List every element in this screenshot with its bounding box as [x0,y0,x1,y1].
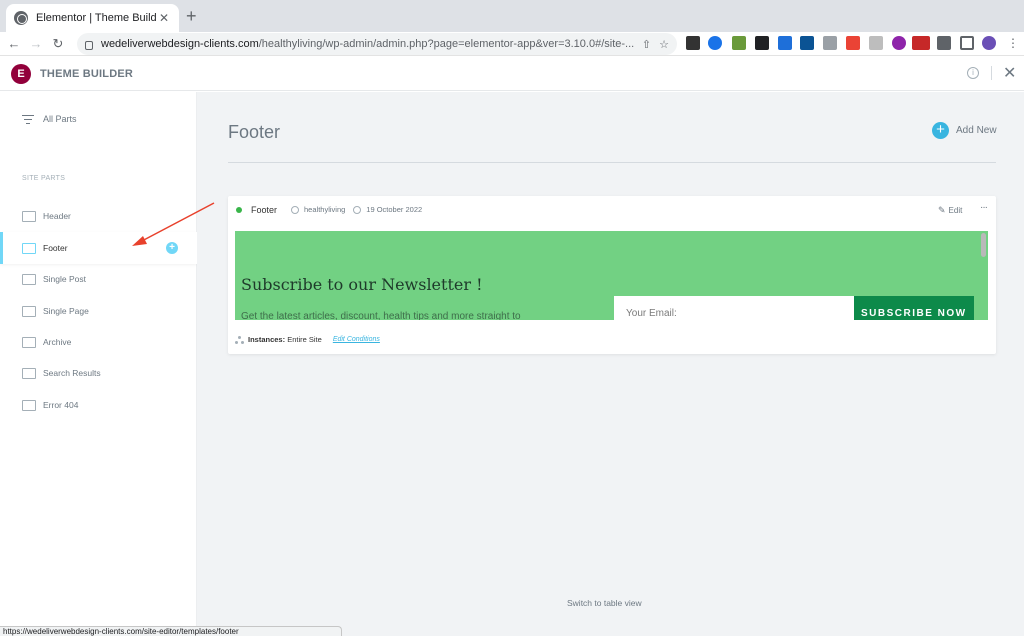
add-new-label: Add New [956,125,997,136]
all-parts-label: All Parts [43,114,77,124]
single-post-icon [22,273,36,285]
plus-circle-icon: + [932,122,949,139]
new-tab-button[interactable]: + [186,7,197,25]
extension-icon[interactable] [755,36,769,50]
header-layout-icon [22,210,36,222]
search-results-icon [22,367,36,379]
template-date: 19 October 2022 [366,205,423,214]
info-icon[interactable]: i [967,67,979,79]
page-title: Footer [228,122,281,142]
tab-title: Elementor | Theme Builder [36,12,157,24]
footer-layout-icon [22,242,36,254]
browser-menu-icon[interactable]: ⋮ [1006,36,1020,50]
single-page-icon [22,305,36,317]
archive-icon [22,336,36,348]
edit-label: Edit [948,206,963,215]
pencil-icon: ✎ [938,205,946,215]
camera-icon[interactable] [823,36,837,50]
close-icon[interactable]: ✕ [1003,63,1016,83]
more-options-button[interactable]: ··· [980,202,988,213]
sidebar-item-label: Single Page [43,306,89,316]
all-parts-link[interactable]: All Parts [22,114,77,124]
clock-icon [353,205,362,214]
instances-text: Instances: Entire Site [248,335,322,344]
edit-conditions-link[interactable]: Edit Conditions [333,336,380,343]
site-parts-heading: SITE PARTS [22,175,66,182]
browser-tab[interactable]: Elementor | Theme Builder ✕ [6,4,179,32]
newsletter-heading: Subscribe to our Newsletter ! [241,275,483,294]
sidebar-item-footer[interactable]: Footer + [0,232,197,264]
extension-icon[interactable] [732,36,746,50]
sidebar-item-single-page[interactable]: Single Page [0,295,197,327]
header-divider [991,66,992,80]
avatar[interactable] [982,36,996,50]
app-header: E THEME BUILDER i ✕ [0,57,1024,91]
subscribe-button: SUBSCRIBE NOW [854,296,974,320]
sidebar-item-label: Error 404 [43,400,79,410]
header-divider [228,162,996,163]
template-name: Footer [251,204,278,215]
reload-icon[interactable]: ↻ [50,36,66,52]
template-card: Footer healthyliving 19 October 2022 ✎ E… [228,196,996,354]
extension-icon[interactable] [778,36,792,50]
sidebar-item-single-post[interactable]: Single Post [0,263,197,295]
published-status-dot [236,206,242,213]
add-footer-button[interactable]: + [166,242,178,254]
bookmark-star-icon[interactable]: ☆ [659,38,669,51]
sidebar-item-archive[interactable]: Archive [0,326,197,358]
tab-close-icon[interactable]: ✕ [157,11,171,25]
sidepanel-icon[interactable] [960,36,974,50]
globe-icon [14,11,28,25]
sidebar-item-error-404[interactable]: Error 404 [0,389,197,421]
lock-icon [85,40,93,50]
elementor-logo: E [11,63,31,84]
browser-tab-strip: Elementor | Theme Builder ✕ + [0,0,1024,32]
extension-icon[interactable] [892,36,906,50]
url-text: wedeliverwebdesign-clients.com/healthyli… [101,38,634,50]
newsletter-subtext: Get the latest articles, discount, healt… [241,311,521,320]
sidebar-item-label: Single Post [43,274,86,284]
card-header: Footer healthyliving 19 October 2022 [228,196,996,223]
extension-icon[interactable] [846,36,860,50]
puzzle-icon[interactable] [937,36,951,50]
add-new-button[interactable]: + Add New [932,122,997,139]
preview-scrollbar[interactable] [981,233,986,257]
author-icon [291,205,300,214]
error-404-icon [22,399,36,411]
edit-button[interactable]: ✎ Edit [938,205,962,216]
extension-icon[interactable] [800,36,814,50]
address-bar[interactable]: wedeliverwebdesign-clients.com/healthyli… [77,33,677,55]
share-icon[interactable]: ⇧ [642,38,651,51]
extension-icon[interactable] [686,36,700,50]
extension-icon[interactable] [912,36,930,50]
main-content: Footer + Add New Footer healthyliving 19… [197,92,1024,636]
forward-icon[interactable]: → [28,36,44,51]
instances-icon [235,335,244,344]
sidebar-item-label: Archive [43,337,72,347]
sidebar-item-label: Header [43,211,71,221]
switch-to-table-view-link[interactable]: Switch to table view [567,598,642,608]
browser-toolbar: ← → ↻ wedeliverwebdesign-clients.com/hea… [0,32,1024,56]
email-field: Your Email: [614,296,854,320]
sidebar-item-label: Search Results [43,368,101,378]
extension-icon[interactable] [869,36,883,50]
app-title: THEME BUILDER [40,67,134,80]
template-preview[interactable]: Subscribe to our Newsletter ! Get the la… [235,231,988,320]
sidebar: All Parts SITE PARTS Header Footer + Sin… [0,92,197,636]
sidebar-item-header[interactable]: Header [0,200,197,232]
filter-icon [22,114,34,124]
back-icon[interactable]: ← [6,36,22,51]
sidebar-item-label: Footer [43,243,68,253]
card-footer: Instances: Entire Site Edit Conditions [235,335,380,344]
template-author: healthyliving [304,205,346,214]
extension-icon[interactable] [708,36,722,50]
sidebar-item-search-results[interactable]: Search Results [0,357,197,389]
link-status-bar: https://wedeliverwebdesign-clients.com/s… [0,626,342,636]
